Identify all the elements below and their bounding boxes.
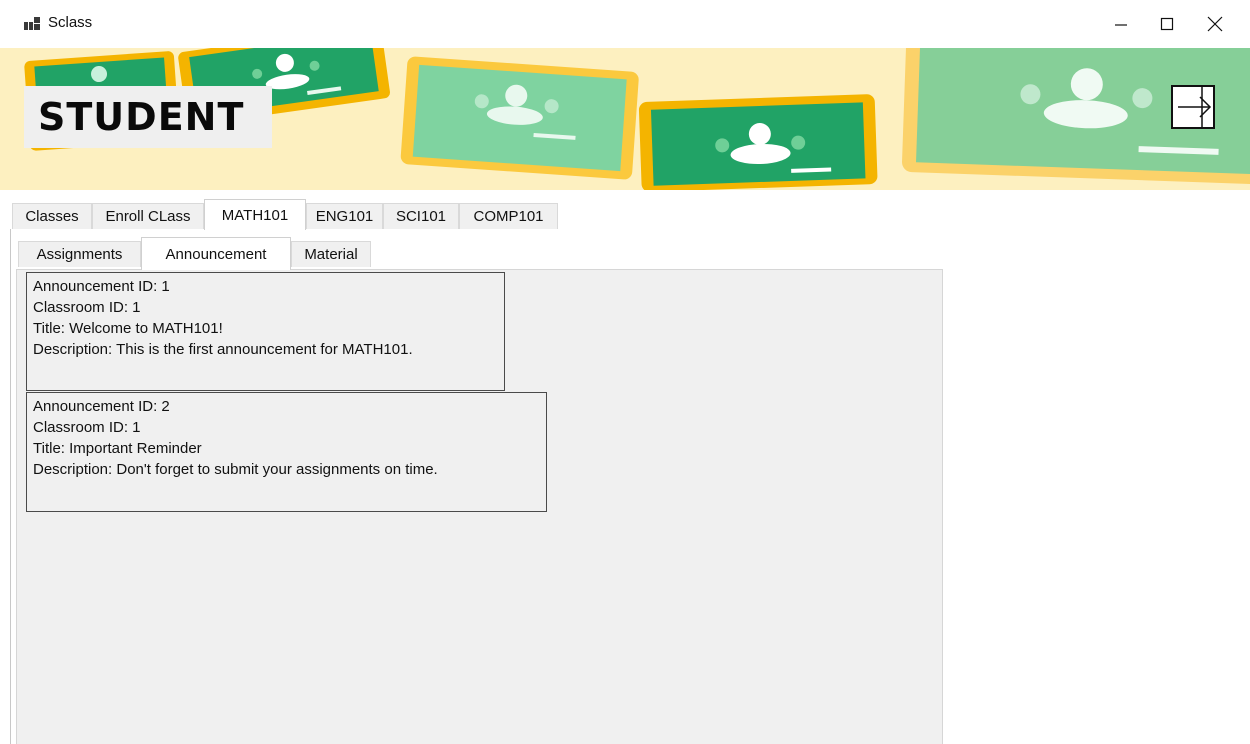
announcement-id: Announcement ID: 2	[33, 398, 170, 415]
announcement-title: Title: Important Reminder	[33, 440, 202, 457]
announcement-card: Announcement ID: 2 Classroom ID: 1 Title…	[26, 392, 547, 512]
tab-math101[interactable]: MATH101	[204, 199, 306, 230]
tab-label: Material	[304, 246, 358, 263]
tab-page-border	[10, 229, 11, 744]
logout-arrow-icon	[1171, 85, 1215, 129]
tab-label: ENG101	[315, 208, 374, 225]
logout-button[interactable]	[1170, 84, 1216, 130]
tab-label: Announcement	[165, 245, 267, 263]
tab-label: SCI101	[395, 208, 447, 225]
announcement-id: Announcement ID: 1	[33, 278, 170, 295]
minimize-icon	[1115, 24, 1127, 26]
close-icon	[1207, 16, 1223, 32]
maximize-button[interactable]	[1144, 0, 1190, 48]
tab-eng101[interactable]: ENG101	[306, 203, 383, 229]
app-icon	[24, 17, 40, 31]
tab-enroll-class[interactable]: Enroll CLass	[92, 203, 204, 229]
announcement-description: Description: Don't forget to submit your…	[33, 461, 438, 478]
close-button[interactable]	[1192, 0, 1238, 48]
maximize-icon	[1160, 17, 1174, 31]
minimize-button[interactable]	[1098, 0, 1144, 48]
tab-comp101[interactable]: COMP101	[459, 203, 558, 229]
tab-material[interactable]: Material	[291, 241, 371, 267]
announcement-title: Title: Welcome to MATH101!	[33, 320, 223, 337]
announcement-classroom-id: Classroom ID: 1	[33, 299, 141, 316]
tab-label: Classes	[25, 208, 79, 225]
tab-label: Assignments	[36, 246, 123, 263]
announcement-card: Announcement ID: 1 Classroom ID: 1 Title…	[26, 272, 505, 391]
tab-label: MATH101	[221, 206, 289, 224]
tab-classes[interactable]: Classes	[12, 203, 92, 229]
window-title: Sclass	[48, 14, 93, 31]
tab-label: Enroll CLass	[105, 208, 191, 225]
tab-label: COMP101	[473, 208, 544, 225]
role-heading: STUDENT	[24, 86, 272, 148]
tab-assignments[interactable]: Assignments	[18, 241, 141, 267]
announcement-description: Description: This is the first announcem…	[33, 341, 413, 358]
announcement-classroom-id: Classroom ID: 1	[33, 419, 141, 436]
tab-sci101[interactable]: SCI101	[383, 203, 459, 229]
title-bar: Sclass	[0, 0, 1250, 48]
header-banner: STUDENT	[0, 48, 1250, 190]
tab-announcement[interactable]: Announcement	[141, 237, 291, 270]
